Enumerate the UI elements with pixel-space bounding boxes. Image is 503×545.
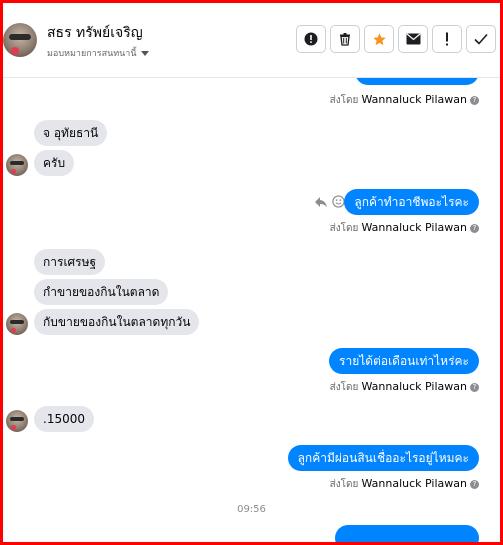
check-icon (474, 33, 488, 45)
important-button[interactable] (432, 25, 462, 53)
message-tools (314, 195, 345, 208)
message-incoming[interactable]: .15000 (34, 406, 94, 432)
envelope-icon (406, 33, 420, 45)
assign-label: มอบหมายการสนทนานี้ (47, 49, 137, 59)
contact-avatar[interactable] (3, 23, 37, 57)
sent-by-label: ส่งโดย Wannaluck Pilawan? (330, 380, 479, 395)
message-thread[interactable]: ส่งโดย Wannaluck Pilawan? จ อุทัยธานี คร… (3, 77, 500, 542)
mark-unread-button[interactable] (398, 25, 428, 53)
message-outgoing[interactable]: รายได้ต่อเดือนเท่าไหร่คะ (329, 348, 479, 374)
delete-button[interactable] (330, 25, 360, 53)
conversation-header: สธร ทรัพย์เจริญ มอบหมายการสนทนานี้ (3, 3, 500, 78)
sent-by-label: ส่งโดย Wannaluck Pilawan? (330, 221, 479, 236)
contact-avatar-small[interactable] (6, 154, 28, 176)
header-actions (296, 25, 496, 53)
message-outgoing[interactable]: ลูกค้ามีผ่อนสินเชื่ออะไรอยู่ไหมคะ (287, 445, 479, 471)
exclamation-icon (446, 32, 448, 46)
reply-icon[interactable] (314, 196, 328, 208)
report-icon (304, 32, 318, 46)
contact-avatar-small[interactable] (6, 410, 28, 432)
star-button[interactable] (364, 25, 394, 53)
help-icon[interactable]: ? (470, 223, 479, 233)
message-outgoing-clipped[interactable] (335, 525, 479, 542)
done-button[interactable] (466, 25, 496, 53)
message-outgoing-clipped[interactable] (355, 77, 479, 85)
help-icon[interactable]: ? (470, 95, 479, 105)
contact-name[interactable]: สธร ทรัพย์เจริญ (47, 22, 143, 44)
sent-by-label: ส่งโดย Wannaluck Pilawan? (330, 93, 479, 108)
help-icon[interactable]: ? (470, 479, 479, 489)
message-incoming[interactable]: ครับ (34, 150, 75, 176)
assign-conversation[interactable]: มอบหมายการสนทนานี้ (47, 46, 149, 60)
message-incoming[interactable]: จ อุทัยธานี (34, 120, 108, 146)
message-incoming[interactable]: กับขายของกินในตลาดทุกวัน (34, 309, 200, 335)
sent-by-label: ส่งโดย Wannaluck Pilawan? (330, 477, 479, 492)
contact-avatar-small[interactable] (6, 313, 28, 335)
message-outgoing[interactable]: ลูกค้าทำอาชีพอะไรคะ (344, 189, 479, 215)
time-divider: 09:56 (237, 504, 266, 515)
star-icon (372, 32, 386, 45)
report-button[interactable] (296, 25, 326, 53)
message-incoming[interactable]: กำขายของกินในตลาด (34, 279, 169, 305)
smiley-icon[interactable] (332, 195, 345, 208)
help-icon[interactable]: ? (470, 382, 479, 392)
trash-icon (340, 33, 350, 46)
message-incoming[interactable]: การเศรษฐ (34, 249, 106, 275)
caret-down-icon (140, 51, 149, 56)
